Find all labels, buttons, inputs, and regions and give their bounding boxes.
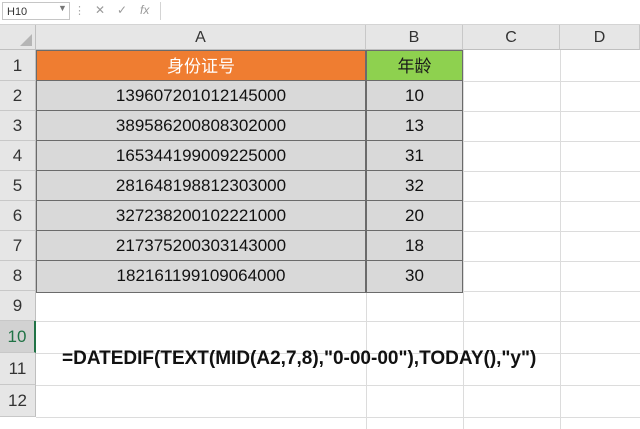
cell-age[interactable]: 10 — [366, 80, 463, 111]
cell-id[interactable]: 389586200808302000 — [36, 110, 366, 141]
grid-line — [463, 50, 464, 429]
cell-id[interactable]: 139607201012145000 — [36, 80, 366, 111]
header-cell-id[interactable]: 身份证号 — [36, 50, 366, 81]
row-header-8[interactable]: 8 — [0, 261, 36, 291]
corner-triangle-icon — [20, 34, 32, 46]
cell-age[interactable]: 32 — [366, 170, 463, 201]
cell-id[interactable]: 281648198812303000 — [36, 170, 366, 201]
cell-id[interactable]: 217375200303143000 — [36, 230, 366, 261]
header-cell-age[interactable]: 年龄 — [366, 50, 463, 81]
formula-annotation: =DATEDIF(TEXT(MID(A2,7,8),"0-00-00"),TOD… — [62, 348, 537, 369]
row-header-6[interactable]: 6 — [0, 201, 36, 231]
grid-line — [36, 417, 640, 418]
row-header-5[interactable]: 5 — [0, 171, 36, 201]
cancel-icon[interactable]: ✕ — [95, 3, 105, 17]
column-header-b[interactable]: B — [366, 25, 463, 50]
enter-icon[interactable]: ✓ — [117, 3, 127, 17]
row-header-10[interactable]: 10 — [0, 321, 36, 353]
formula-input[interactable] — [160, 2, 638, 20]
row-header-2[interactable]: 2 — [0, 81, 36, 111]
grid-line — [36, 385, 640, 386]
grid-line — [560, 50, 561, 429]
row-header-12[interactable]: 12 — [0, 385, 36, 417]
grid-line — [36, 321, 640, 322]
select-all-corner[interactable] — [0, 25, 36, 50]
cell-age[interactable]: 13 — [366, 110, 463, 141]
cell-id[interactable]: 182161199109064000 — [36, 260, 366, 293]
column-header-d[interactable]: D — [560, 25, 640, 50]
more-icon: ⋮ — [74, 5, 86, 17]
cell-age[interactable]: 18 — [366, 230, 463, 261]
cell-id[interactable]: 327238200102221000 — [36, 200, 366, 231]
row-header-9[interactable]: 9 — [0, 291, 36, 321]
row-header-4[interactable]: 4 — [0, 141, 36, 171]
column-header-c[interactable]: C — [463, 25, 560, 50]
row-header-7[interactable]: 7 — [0, 231, 36, 261]
cell-id[interactable]: 165344199009225000 — [36, 140, 366, 171]
row-header-1[interactable]: 1 — [0, 50, 36, 81]
column-header-a[interactable]: A — [36, 25, 366, 50]
formula-bar: H10 ▼ ⋮ ✕ ✓ fx — [0, 0, 640, 25]
row-header-11[interactable]: 11 — [0, 353, 36, 385]
row-header-3[interactable]: 3 — [0, 111, 36, 141]
chevron-down-icon[interactable]: ▼ — [58, 3, 67, 13]
cell-age[interactable]: 31 — [366, 140, 463, 171]
cell-age[interactable]: 20 — [366, 200, 463, 231]
fx-icon[interactable]: fx — [140, 3, 149, 17]
cell-age[interactable]: 30 — [366, 260, 463, 293]
